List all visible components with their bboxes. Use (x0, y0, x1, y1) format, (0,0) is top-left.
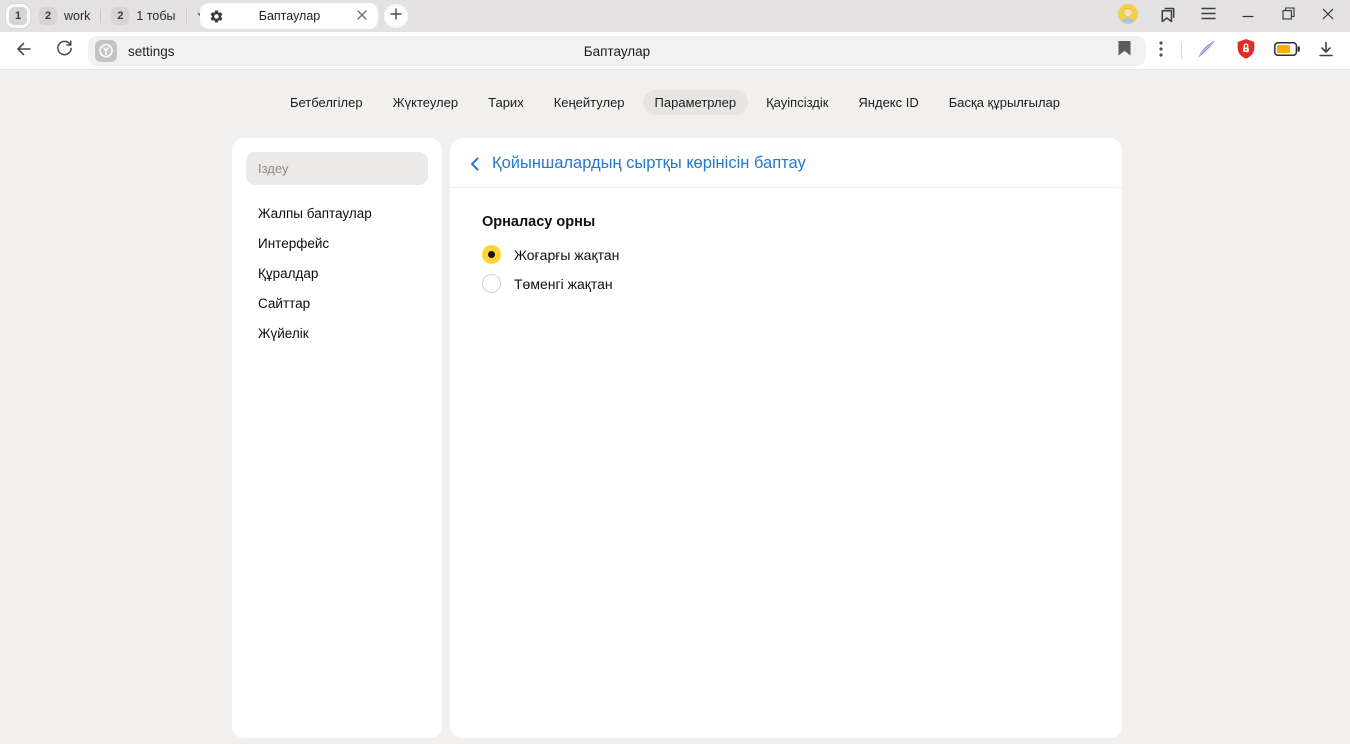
protect-shield-icon (1236, 38, 1256, 65)
tab-downloads[interactable]: Жүктеулер (381, 90, 471, 115)
bookmark-button[interactable] (1110, 37, 1139, 65)
settings-sidebar: Жалпы баптаулар Интерфейс Құралдар Сайтт… (232, 138, 442, 738)
tab-panels-icon (1159, 5, 1177, 28)
panel-back-header[interactable]: Қойыншалардың сыртқы көрінісін баптау (450, 138, 1122, 188)
tab-history[interactable]: Тарих (476, 90, 536, 115)
divider (100, 9, 101, 23)
tab-group-list: 1 2 work 2 1 тобы (6, 0, 218, 32)
plus-icon (390, 7, 402, 25)
back-button[interactable] (6, 32, 42, 70)
minimize-button[interactable] (1228, 0, 1268, 32)
sidebar-items: Жалпы баптаулар Интерфейс Құралдар Сайтт… (232, 198, 442, 348)
profile-avatar-button[interactable] (1108, 0, 1148, 32)
battery-icon (1274, 42, 1300, 61)
radio-label: Төменгі жақтан (514, 276, 613, 292)
settings-nav-tabs: Бетбелгілер Жүктеулер Тарих Кеңейтулер П… (0, 90, 1350, 115)
active-tab[interactable]: Баптаулар (200, 3, 378, 29)
tab-panels-button[interactable] (1148, 0, 1188, 32)
tab-group-label: work (64, 9, 90, 23)
url-text: settings (128, 44, 175, 59)
close-icon (357, 7, 367, 25)
downloads-button[interactable] (1308, 32, 1344, 70)
extension-feather-button[interactable] (1188, 32, 1226, 70)
more-vertical-icon (1159, 41, 1163, 62)
panel-body: Орналасу орны Жоғарғы жақтан Төменгі жақ… (450, 188, 1122, 319)
radio-option-bottom[interactable]: Төменгі жақтан (482, 274, 1090, 293)
tab-extensions[interactable]: Кеңейтулер (542, 90, 637, 115)
gear-icon (209, 9, 224, 24)
sidebar-item-system[interactable]: Жүйелік (232, 318, 442, 348)
window-close-icon (1322, 7, 1334, 25)
new-tab-button[interactable] (384, 4, 408, 28)
radio-selected[interactable] (482, 245, 501, 264)
tab-bar: 1 2 work 2 1 тобы Баптаулар (0, 0, 1350, 32)
tab-yandex-id[interactable]: Яндекс ID (846, 90, 930, 115)
page-title: Қойыншалардың сыртқы көрінісін баптау (492, 154, 806, 173)
back-arrow-icon (14, 39, 34, 64)
hamburger-icon (1201, 7, 1216, 25)
radio-option-top[interactable]: Жоғарғы жақтан (482, 245, 1090, 264)
tab-group-toby[interactable]: 2 1 тобы (102, 7, 184, 25)
sidebar-item-interface[interactable]: Интерфейс (232, 228, 442, 258)
section-title: Орналасу орны (482, 214, 1090, 230)
sidebar-item-general[interactable]: Жалпы баптаулар (232, 198, 442, 228)
restore-button[interactable] (1268, 0, 1308, 32)
address-bar: settings Баптаулар (0, 32, 1350, 70)
divider (186, 9, 187, 23)
divider (1181, 43, 1182, 59)
restore-icon (1282, 7, 1295, 25)
tab-group-1[interactable]: 1 (6, 4, 30, 28)
tab-bookmarks[interactable]: Бетбелгілер (278, 90, 375, 115)
protect-button[interactable] (1226, 32, 1266, 70)
tab-other-devices[interactable]: Басқа құрылғылар (937, 90, 1072, 115)
tab-group-label: 1 тобы (136, 9, 175, 23)
browser-window: 1 2 work 2 1 тобы Баптаулар (0, 0, 1350, 744)
minimize-icon (1242, 7, 1254, 25)
browser-menu-button[interactable] (1188, 0, 1228, 32)
tab-group-badge: 2 (111, 7, 129, 25)
reload-icon (55, 39, 74, 63)
tab-security[interactable]: Қауіпсіздік (754, 90, 840, 115)
radio-label: Жоғарғы жақтан (514, 247, 619, 263)
feather-icon (1196, 38, 1218, 65)
radio-unselected[interactable] (482, 274, 501, 293)
search-input[interactable] (246, 152, 428, 185)
avatar (1118, 4, 1138, 29)
more-actions-button[interactable] (1147, 32, 1175, 70)
tab-group-work[interactable]: 2 work (30, 7, 99, 25)
omnibox[interactable]: settings Баптаулар (88, 36, 1146, 66)
battery-button[interactable] (1266, 32, 1308, 70)
download-icon (1317, 40, 1335, 63)
tab-close-button[interactable] (355, 5, 369, 27)
bookmark-icon (1118, 41, 1131, 61)
omnibox-page-title: Баптаулар (88, 44, 1146, 59)
chevron-left-icon (470, 157, 479, 171)
address-bar-right-icons (1147, 32, 1344, 70)
tab-group-badge: 1 (9, 7, 27, 25)
window-close-button[interactable] (1308, 0, 1348, 32)
settings-main-panel: Қойыншалардың сыртқы көрінісін баптау Ор… (450, 138, 1122, 738)
tab-bar-right-controls (1108, 0, 1348, 32)
tab-title: Баптаулар (224, 9, 355, 23)
reload-button[interactable] (46, 32, 82, 70)
tab-group-badge: 2 (39, 7, 57, 25)
yandex-logo-icon (95, 40, 117, 62)
sidebar-item-sites[interactable]: Сайттар (232, 288, 442, 318)
tab-settings[interactable]: Параметрлер (643, 90, 749, 115)
sidebar-item-tools[interactable]: Құралдар (232, 258, 442, 288)
